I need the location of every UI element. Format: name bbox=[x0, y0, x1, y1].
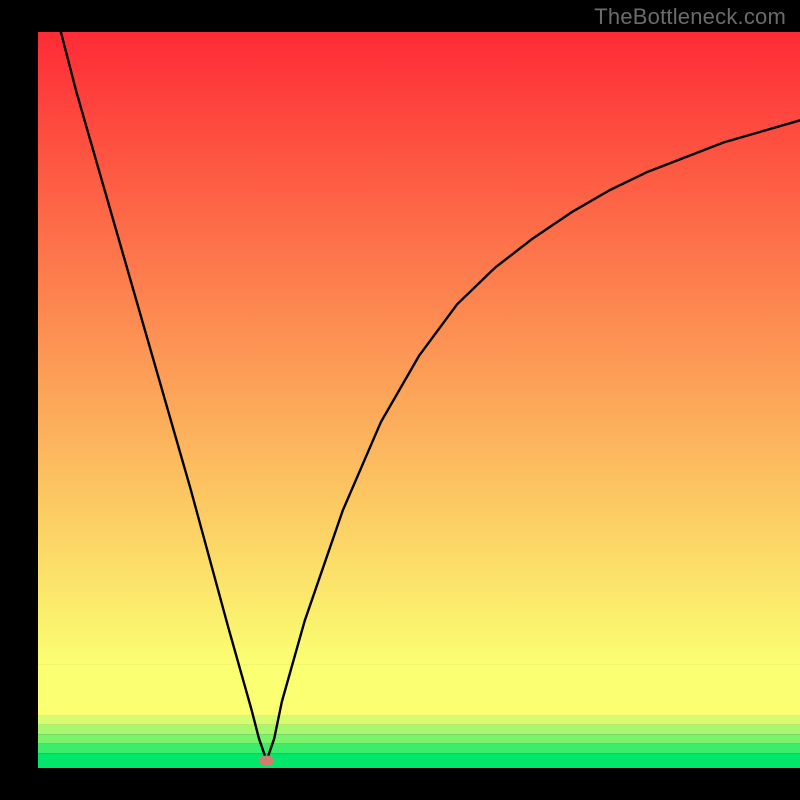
watermark-text: TheBottleneck.com bbox=[594, 4, 786, 30]
bottleneck-chart bbox=[0, 0, 800, 800]
chart-frame: TheBottleneck.com bbox=[0, 0, 800, 800]
